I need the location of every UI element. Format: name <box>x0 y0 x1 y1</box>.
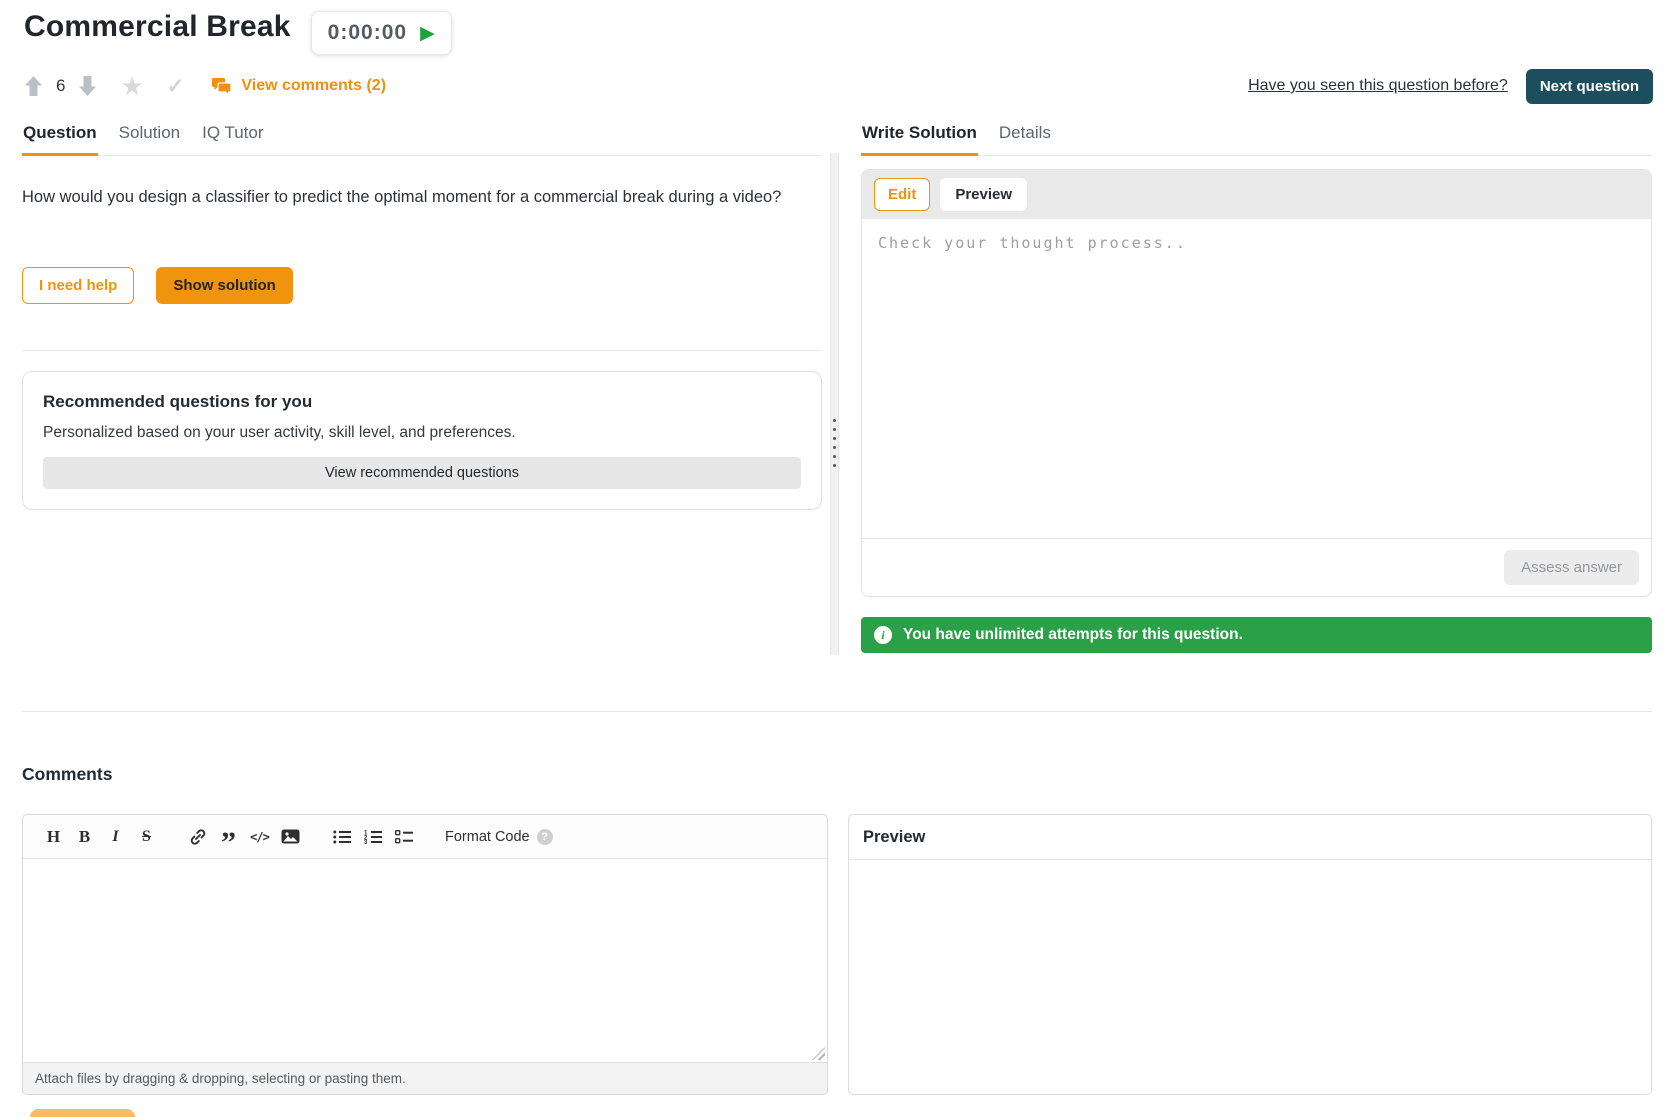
comment-preview-title: Preview <box>849 815 1651 860</box>
next-question-button[interactable]: Next question <box>1526 69 1653 104</box>
comment-body <box>23 859 827 1062</box>
tab-iq-tutor[interactable]: IQ Tutor <box>201 113 264 155</box>
question-page: Commercial Break 0:00:00 ▶ 6 ★ ✓ View co… <box>0 0 1674 1117</box>
info-icon: i <box>874 626 892 644</box>
title-row: Commercial Break 0:00:00 ▶ <box>0 0 1674 55</box>
code-icon[interactable]: </> <box>246 823 273 850</box>
comments-columns: H B I S ” </> <box>22 814 1652 1095</box>
solution-editor-header: Edit Preview <box>862 170 1651 219</box>
tab-solution[interactable]: Solution <box>118 113 181 155</box>
panel-resize-handle[interactable] <box>831 419 838 467</box>
mark-done-check-icon[interactable]: ✓ <box>167 76 185 97</box>
solution-editor-body <box>862 219 1651 538</box>
blockquote-icon[interactable]: ” <box>215 823 242 850</box>
bullet-list-icon[interactable] <box>328 823 355 850</box>
solution-panel-tabs: Write Solution Details <box>861 113 1652 156</box>
main-columns: Question Solution IQ Tutor How would you… <box>0 113 1674 655</box>
downvote-button[interactable] <box>78 75 97 97</box>
action-row: 6 ★ ✓ View comments (2) Have you seen th… <box>0 71 1674 101</box>
need-help-button[interactable]: I need help <box>22 267 134 304</box>
show-solution-button[interactable]: Show solution <box>156 267 293 304</box>
question-panel: Question Solution IQ Tutor How would you… <box>22 113 822 510</box>
ordered-list-icon[interactable]: 123 <box>359 823 386 850</box>
arrow-up-icon <box>24 75 43 97</box>
unlimited-attempts-banner: i You have unlimited attempts for this q… <box>861 617 1652 653</box>
strikethrough-icon[interactable]: S <box>133 823 160 850</box>
comment-preview-body <box>849 860 1651 1094</box>
assess-answer-button[interactable]: Assess answer <box>1504 550 1639 585</box>
comment-toolbar: H B I S ” </> <box>23 815 827 859</box>
image-icon[interactable] <box>277 823 304 850</box>
solution-editor-footer: Assess answer <box>862 538 1651 596</box>
arrow-down-icon <box>78 75 97 97</box>
svg-text:3: 3 <box>364 840 368 844</box>
link-icon[interactable] <box>184 823 211 850</box>
banner-text: You have unlimited attempts for this que… <box>903 626 1243 644</box>
recommended-subtitle: Personalized based on your user activity… <box>43 424 801 442</box>
timer: 0:00:00 ▶ <box>311 11 452 55</box>
question-panel-tabs: Question Solution IQ Tutor <box>22 113 822 156</box>
view-recommended-button[interactable]: View recommended questions <box>43 457 801 489</box>
solution-panel: Write Solution Details Edit Preview Asse… <box>861 113 1652 653</box>
page-title: Commercial Break <box>24 10 291 44</box>
tab-details[interactable]: Details <box>998 113 1052 155</box>
tab-question[interactable]: Question <box>22 113 98 155</box>
recommended-questions-card: Recommended questions for you Personaliz… <box>22 371 822 510</box>
view-comments-label: View comments (2) <box>241 77 386 95</box>
format-code-button[interactable]: Format Code ? <box>445 829 553 845</box>
comments-section: Comments H B I S ” <box>0 764 1674 1117</box>
panel-resize-gutter <box>830 153 839 655</box>
partially-visible-submit-button[interactable] <box>30 1109 135 1117</box>
comments-divider <box>22 711 1652 712</box>
recommended-title: Recommended questions for you <box>43 392 801 412</box>
comments-heading: Comments <box>22 764 1652 785</box>
vote-count: 6 <box>56 76 65 96</box>
view-comments-link[interactable]: View comments (2) <box>211 77 386 96</box>
seen-before-link[interactable]: Have you seen this question before? <box>1248 77 1508 95</box>
editor-edit-tab[interactable]: Edit <box>874 178 930 211</box>
timer-value: 0:00:00 <box>328 21 407 45</box>
help-icon: ? <box>537 829 553 845</box>
comment-preview-panel: Preview <box>848 814 1652 1095</box>
solution-editor: Edit Preview Assess answer <box>861 169 1652 597</box>
upvote-button[interactable] <box>24 75 43 97</box>
section-divider <box>22 350 822 351</box>
question-text: How would you design a classifier to pre… <box>22 186 822 209</box>
italic-icon[interactable]: I <box>102 823 129 850</box>
format-code-label: Format Code <box>445 829 530 845</box>
editor-preview-tab[interactable]: Preview <box>940 178 1027 211</box>
bold-icon[interactable]: B <box>71 823 98 850</box>
attach-files-area[interactable]: Attach files by dragging & dropping, sel… <box>23 1062 827 1094</box>
question-actions: I need help Show solution <box>22 267 822 304</box>
task-list-icon[interactable] <box>390 823 417 850</box>
heading-icon[interactable]: H <box>40 823 67 850</box>
comments-icon <box>211 77 232 96</box>
tab-write-solution[interactable]: Write Solution <box>861 113 978 155</box>
play-icon[interactable]: ▶ <box>420 24 435 43</box>
solution-input[interactable] <box>862 219 1651 538</box>
comment-editor: H B I S ” </> <box>22 814 828 1095</box>
comment-input[interactable] <box>23 859 827 1062</box>
favorite-star-icon[interactable]: ★ <box>120 73 143 99</box>
